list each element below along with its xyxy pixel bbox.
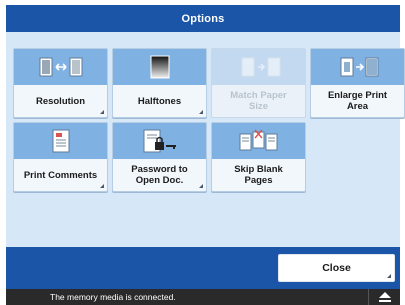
password-open-doc-button[interactable]: Password to Open Doc.	[112, 122, 207, 192]
close-label: Close	[322, 262, 351, 274]
submenu-indicator	[199, 184, 203, 188]
halftones-button[interactable]: Halftones	[112, 48, 207, 118]
match-paper-size-button[interactable]: Match Paper Size	[211, 48, 306, 118]
status-message: The memory media is connected.	[50, 292, 176, 302]
resolution-label: Resolution	[35, 95, 86, 107]
eject-icon	[378, 292, 391, 302]
match-paper-size-label: Match Paper Size	[230, 90, 287, 112]
resolution-icon	[39, 57, 82, 77]
enlarge-print-area-button[interactable]: Enlarge Print Area	[310, 48, 405, 118]
submenu-indicator	[199, 110, 203, 114]
submenu-indicator	[387, 274, 391, 278]
print-comments-button[interactable]: Print Comments	[13, 122, 108, 192]
skip-blank-pages-icon	[239, 129, 277, 151]
options-panel: Resolution Halftones Match Paper Size En…	[6, 32, 405, 247]
skip-blank-pages-label: Skip Blank Pages	[234, 164, 283, 186]
title-bar: Options	[6, 5, 400, 32]
status-bar: The memory media is connected.	[6, 289, 400, 305]
print-comments-icon	[52, 129, 69, 153]
eject-button[interactable]	[368, 289, 400, 305]
bottom-bar: Close	[6, 247, 400, 289]
options-screen: Options Resolution Halftones Match Paper…	[6, 5, 405, 305]
submenu-indicator	[100, 110, 104, 114]
screen-title: Options	[181, 12, 225, 25]
halftones-icon	[150, 55, 169, 79]
password-open-doc-icon	[143, 129, 176, 153]
match-paper-size-icon	[241, 57, 280, 77]
halftones-label: Halftones	[137, 95, 182, 107]
print-comments-label: Print Comments	[23, 169, 98, 181]
enlarge-print-area-label: Enlarge Print Area	[327, 90, 388, 112]
enlarge-print-area-icon	[340, 57, 378, 77]
close-button[interactable]: Close	[278, 254, 395, 282]
submenu-indicator	[100, 184, 104, 188]
resolution-button[interactable]: Resolution	[13, 48, 108, 118]
skip-blank-pages-button[interactable]: Skip Blank Pages	[211, 122, 306, 192]
password-open-doc-label: Password to Open Doc.	[131, 164, 188, 186]
